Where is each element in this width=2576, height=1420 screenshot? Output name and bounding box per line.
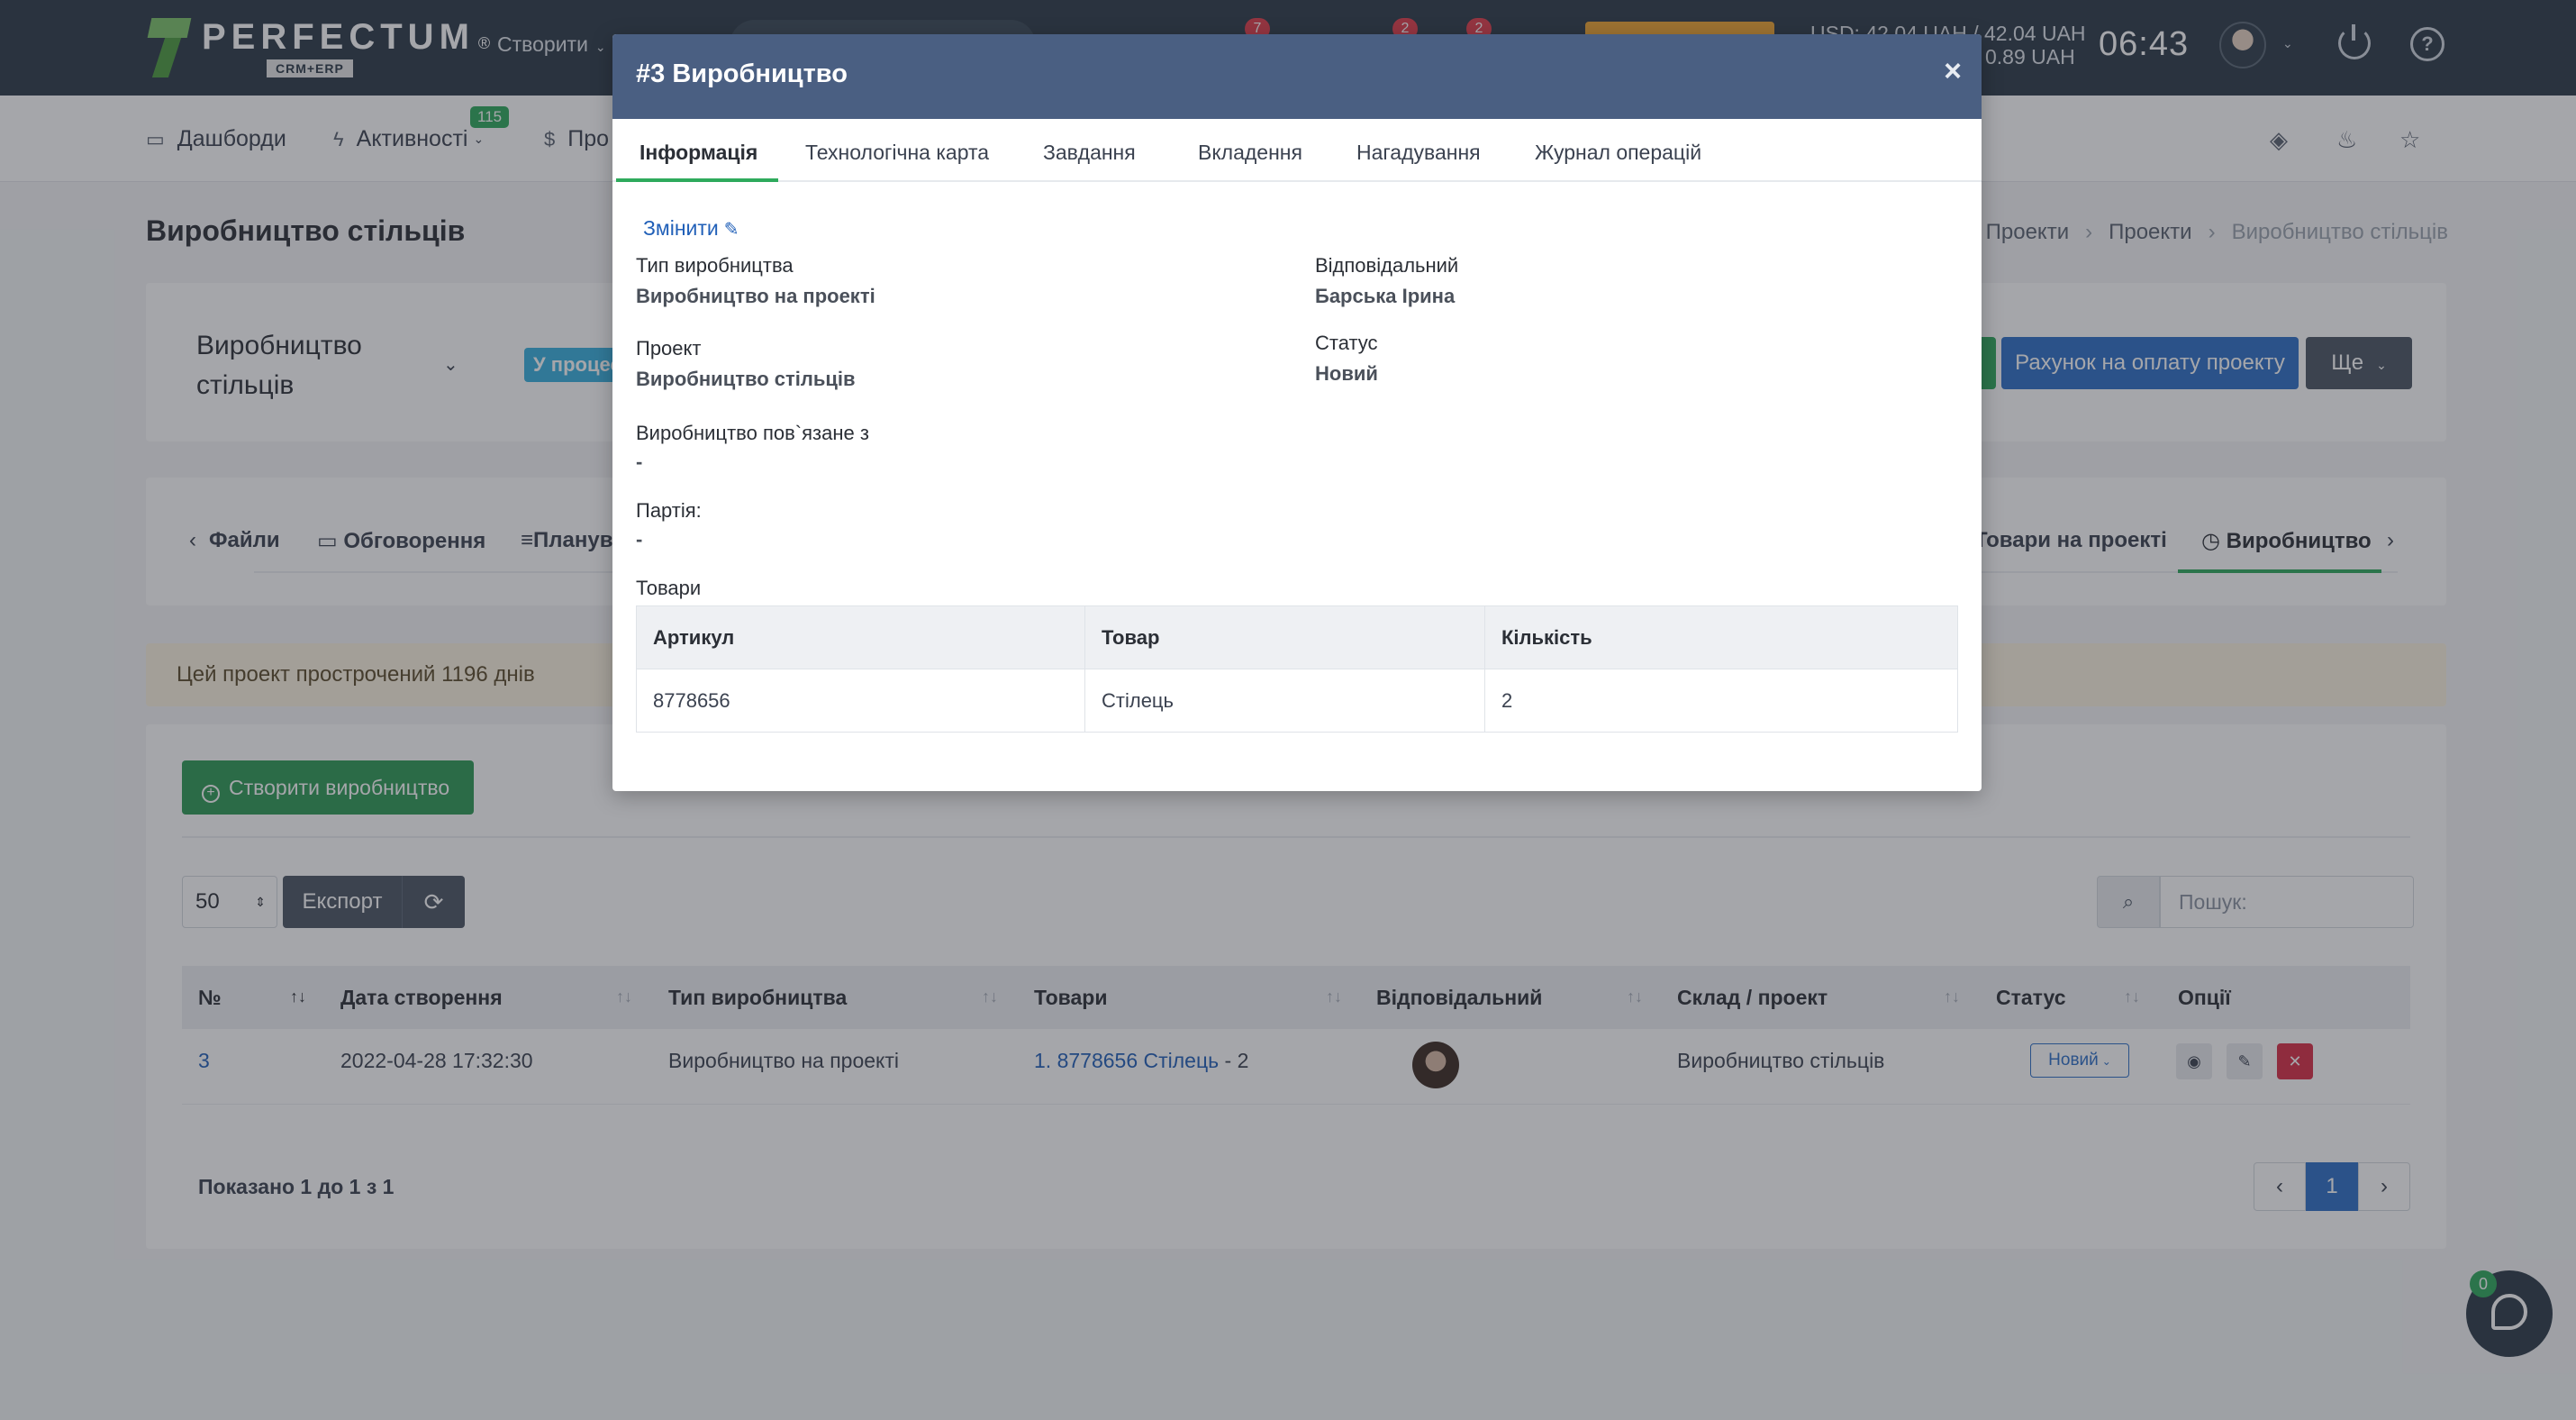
tab-information[interactable]: Інформація bbox=[639, 141, 757, 165]
field-value: Виробництво стільців bbox=[636, 368, 856, 390]
table-cell: Стілець bbox=[1084, 669, 1485, 733]
pencil-icon: ✎ bbox=[723, 220, 739, 240]
active-tab-underline bbox=[616, 178, 778, 182]
tab-attachments[interactable]: Вкладення bbox=[1198, 141, 1302, 165]
table-cell: 8778656 bbox=[636, 669, 1085, 733]
tab-tech-card[interactable]: Технологічна карта bbox=[805, 141, 989, 165]
edit-link[interactable]: Змінити ✎ bbox=[643, 216, 739, 241]
table-header-row: Артикул Товар Кількість bbox=[636, 605, 1958, 669]
field-label: Статус bbox=[1315, 332, 1378, 354]
table-row: 8778656 Стілець 2 bbox=[636, 669, 1958, 733]
production-modal: #3 Виробництво × Інформація Технологічна… bbox=[612, 34, 1982, 791]
field-label: Виробництво пов`язане з bbox=[636, 422, 869, 444]
field-value: - bbox=[636, 451, 643, 473]
field-value: Виробництво на проекті bbox=[636, 285, 875, 307]
field-value: Барська Ірина bbox=[1315, 285, 1456, 307]
modal-header: #3 Виробництво × bbox=[612, 34, 1982, 119]
modal-title: #3 Виробництво bbox=[636, 59, 848, 88]
field-value: Новий bbox=[1315, 362, 1378, 385]
tab-operations-log[interactable]: Журнал операцій bbox=[1535, 141, 1701, 165]
field-label: Товари bbox=[636, 577, 702, 599]
tab-reminders[interactable]: Нагадування bbox=[1356, 141, 1481, 165]
field-label: Партія: bbox=[636, 499, 702, 522]
tab-tasks[interactable]: Завдання bbox=[1043, 141, 1136, 165]
field-label: Проект bbox=[636, 337, 702, 360]
column-header: Товар bbox=[1084, 605, 1485, 669]
column-header: Артикул bbox=[636, 605, 1085, 669]
column-header: Кількість bbox=[1484, 605, 1958, 669]
table-cell: 2 bbox=[1484, 669, 1958, 733]
close-icon[interactable]: × bbox=[1944, 56, 1962, 86]
field-label: Тип виробництва bbox=[636, 254, 794, 277]
modal-tabs: Інформація Технологічна карта Завдання В… bbox=[612, 119, 1982, 182]
field-label: Відповідальний bbox=[1315, 254, 1459, 277]
field-value: - bbox=[636, 528, 643, 551]
goods-table: Артикул Товар Кількість 8778656 Стілець … bbox=[636, 605, 1958, 733]
